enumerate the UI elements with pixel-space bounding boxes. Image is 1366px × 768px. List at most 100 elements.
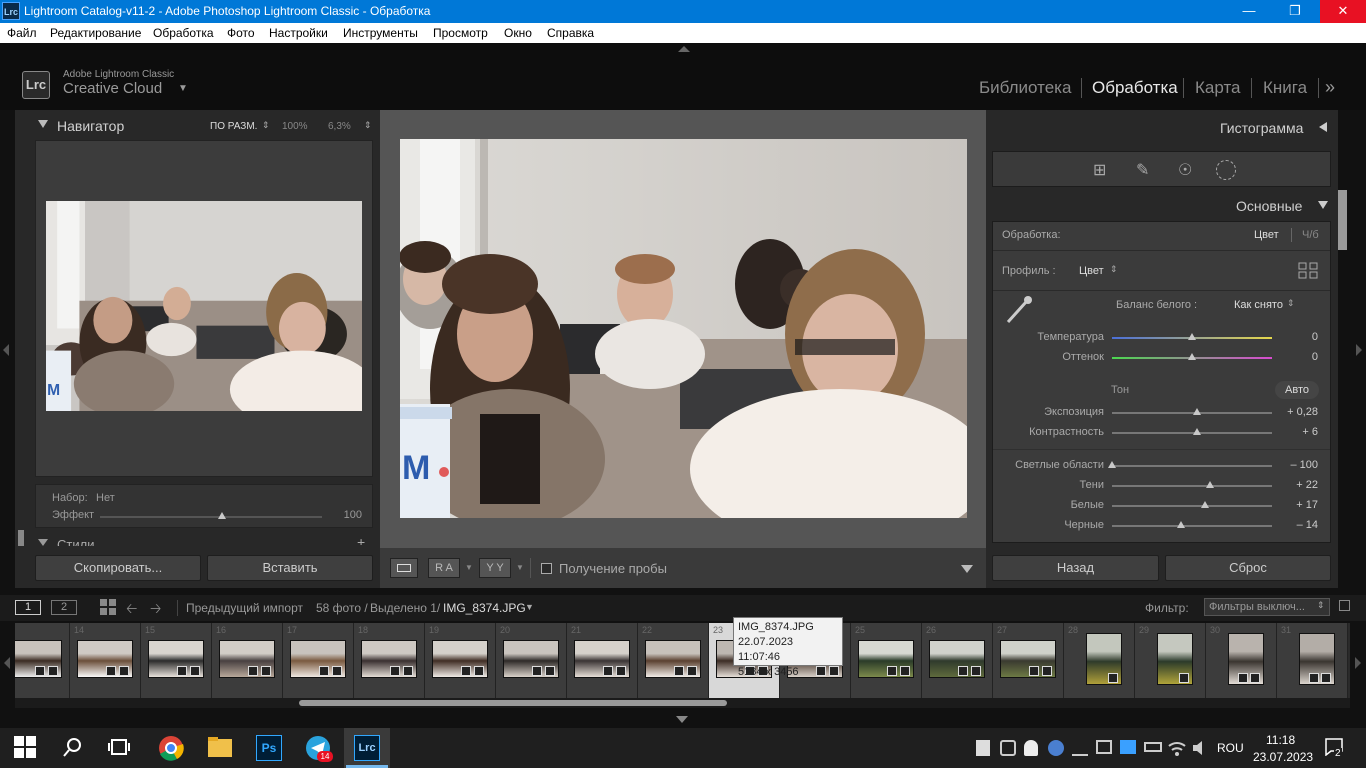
slider-knob[interactable] — [1200, 501, 1209, 508]
chevron-down-icon[interactable]: ▼ — [525, 602, 534, 612]
red-eye-icon[interactable]: ☉ — [1178, 160, 1192, 180]
filmstrip-thumbnail[interactable]: 15 — [141, 623, 212, 698]
filmstrip-thumbnail[interactable]: 30 — [1206, 623, 1277, 698]
windows-start-icon[interactable] — [14, 736, 38, 760]
navigator-preview-image[interactable]: M — [46, 201, 375, 429]
menu-develop[interactable]: Обработка — [153, 26, 214, 40]
develop-badge-icon[interactable] — [474, 666, 484, 676]
develop-badge-icon[interactable] — [687, 666, 697, 676]
zoom-100[interactable]: 100% — [282, 121, 308, 132]
slider-value[interactable]: + 6 — [1278, 426, 1318, 438]
tray-app-icon[interactable] — [1048, 740, 1064, 756]
before-after-swap-button[interactable]: Y Y — [479, 558, 511, 578]
dropdown-arrow-icon[interactable]: ▼ — [516, 563, 524, 572]
wb-value[interactable]: Как снято — [1234, 299, 1283, 311]
histogram-title[interactable]: Гистограмма — [1220, 120, 1303, 136]
filmstrip-thumbnail[interactable]: 18 — [354, 623, 425, 698]
filmstrip-thumbnail[interactable]: 19 — [425, 623, 496, 698]
task-view-icon[interactable] — [108, 736, 132, 760]
loupe-view-button[interactable] — [390, 558, 418, 578]
selected-filename[interactable]: IMG_8374.JPG — [443, 601, 526, 615]
filmstrip-thumbnail[interactable] — [15, 623, 70, 698]
develop-badge-icon[interactable] — [1042, 666, 1052, 676]
dropdown-arrow-icon[interactable]: ▼ — [465, 563, 473, 572]
left-panel-toggle-icon[interactable] — [3, 344, 9, 356]
filmstrip-thumbnail[interactable]: 26 — [922, 623, 993, 698]
auto-tone-button[interactable]: Авто — [1275, 381, 1319, 399]
effect-slider-knob[interactable] — [218, 512, 227, 519]
chrome-icon[interactable] — [158, 735, 184, 761]
slider-knob[interactable] — [1176, 521, 1185, 528]
menu-photo[interactable]: Фото — [227, 26, 255, 40]
copy-settings-button[interactable]: Скопировать... — [35, 555, 201, 581]
menu-window[interactable]: Окно — [504, 26, 532, 40]
slider-knob[interactable] — [1192, 408, 1201, 415]
main-screen-button[interactable]: 1 — [15, 600, 41, 615]
develop-badge-icon[interactable] — [119, 666, 129, 676]
preset-set-value[interactable]: Нет — [96, 492, 115, 504]
menu-file[interactable]: Файл — [7, 26, 37, 40]
filmstrip-right-icon[interactable] — [1355, 657, 1361, 669]
slider-value[interactable]: + 17 — [1278, 499, 1318, 511]
slider-value[interactable]: 0 — [1278, 331, 1318, 343]
collapse-top-icon[interactable] — [678, 46, 690, 52]
forward-arrow-icon[interactable]: 🡢 — [150, 598, 161, 622]
photoshop-icon[interactable]: Ps — [256, 735, 282, 761]
develop-badge-icon[interactable] — [1108, 673, 1118, 683]
file-explorer-icon[interactable] — [207, 736, 232, 760]
develop-badge-icon[interactable] — [1321, 673, 1331, 683]
slider-value[interactable]: – 100 — [1278, 459, 1318, 471]
crop-badge-icon[interactable] — [1309, 673, 1319, 683]
slider-knob[interactable] — [1188, 353, 1196, 360]
slider-track[interactable] — [1112, 465, 1272, 467]
profile-value[interactable]: Цвет — [1079, 265, 1104, 277]
develop-badge-icon[interactable] — [1250, 673, 1260, 683]
reset-button[interactable]: Сброс — [1165, 555, 1331, 581]
develop-badge-icon[interactable] — [261, 666, 271, 676]
filmstrip-thumbnail[interactable]: 20 — [496, 623, 567, 698]
tray-network-app-icon[interactable] — [1120, 740, 1136, 754]
develop-badge-icon[interactable] — [48, 666, 58, 676]
module-book[interactable]: Книга — [1263, 78, 1307, 98]
toolbar-menu-icon[interactable] — [961, 565, 973, 573]
filmstrip-thumbnail[interactable]: 22 — [638, 623, 709, 698]
crop-badge-icon[interactable] — [1029, 666, 1039, 676]
soft-proofing-checkbox[interactable] — [541, 563, 552, 574]
crop-badge-icon[interactable] — [248, 666, 258, 676]
slider-value[interactable]: + 0,28 — [1278, 406, 1318, 418]
clock-time[interactable]: 11:18 — [1266, 733, 1295, 747]
search-icon[interactable] — [62, 736, 86, 760]
crop-badge-icon[interactable] — [319, 666, 329, 676]
filmstrip-thumbnail[interactable]: 27 — [993, 623, 1064, 698]
tray-app-icon[interactable] — [1000, 740, 1016, 756]
slider-value[interactable]: + 22 — [1278, 479, 1318, 491]
develop-badge-icon[interactable] — [332, 666, 342, 676]
crop-badge-icon[interactable] — [887, 666, 897, 676]
develop-badge-icon[interactable] — [900, 666, 910, 676]
crop-badge-icon[interactable] — [958, 666, 968, 676]
crop-badge-icon[interactable] — [390, 666, 400, 676]
menu-view[interactable]: Просмотр — [433, 26, 488, 40]
eyedropper-icon[interactable] — [1002, 294, 1034, 326]
module-develop[interactable]: Обработка — [1092, 78, 1178, 98]
filmstrip-thumbnail[interactable]: 31 — [1277, 623, 1348, 698]
close-button[interactable]: ✕ — [1320, 0, 1366, 23]
healing-icon[interactable]: ✎ — [1136, 160, 1149, 180]
styles-title[interactable]: Стили — [57, 537, 94, 546]
develop-badge-icon[interactable] — [971, 666, 981, 676]
zoom-custom[interactable]: 6,3% — [328, 121, 351, 132]
profile-browser-icon[interactable] — [1298, 262, 1318, 280]
menu-edit[interactable]: Редактирование — [50, 26, 141, 40]
tray-display-icon[interactable] — [1096, 740, 1112, 754]
filmstrip-thumbnail[interactable]: 21 — [567, 623, 638, 698]
source-label[interactable]: Предыдущий импорт — [186, 601, 303, 615]
tray-app-icon[interactable] — [976, 740, 990, 756]
filter-select[interactable]: Фильтры выключ... — [1204, 598, 1330, 616]
develop-badge-icon[interactable] — [616, 666, 626, 676]
filmstrip-scrollbar[interactable] — [299, 700, 727, 706]
second-screen-button[interactable]: 2 — [51, 600, 77, 615]
crop-badge-icon[interactable] — [603, 666, 613, 676]
develop-badge-icon[interactable] — [1179, 673, 1189, 683]
menu-settings[interactable]: Настройки — [269, 26, 328, 40]
treatment-color[interactable]: Цвет — [1254, 229, 1279, 241]
